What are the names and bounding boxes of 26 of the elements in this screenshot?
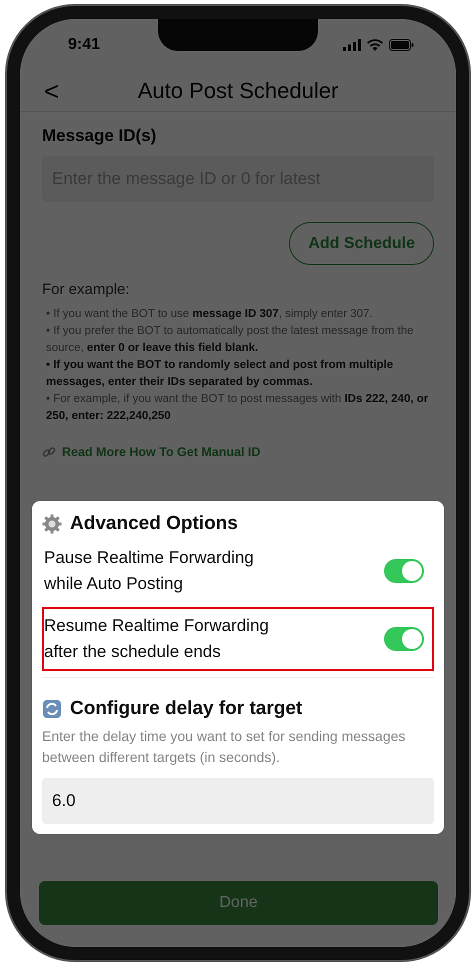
toggle-switch[interactable] <box>384 559 424 583</box>
example-bullet: • If you want the BOT to randomly select and post from multiple messages, enter their IDs separated by commas. <box>46 358 394 390</box>
example-bullet: • For example, if you want the BOT to post messages with IDs 222, 240, or 250, enter: 222,240,250 <box>46 392 430 424</box>
screen-title: Auto Post Scheduler <box>138 78 338 103</box>
example-bullet: • If you prefer the BOT to automatically post the latest message from the source, enter 0 or leave this field blank. <box>46 324 415 356</box>
add-schedule-button[interactable]: Add Schedule <box>289 222 434 265</box>
delay-field[interactable]: 6.0 <box>42 778 434 824</box>
link-icon <box>42 445 56 459</box>
section-description: Enter the delay time you want to set for sending messages between different targets (in seconds). <box>42 727 406 767</box>
section-title: Configure delay for target <box>70 698 302 720</box>
section-title: Advanced Options <box>70 513 238 535</box>
battery-icon <box>389 39 414 51</box>
read-more-link[interactable]: Read More How To Get Manual ID <box>42 445 260 459</box>
gear-icon <box>42 514 62 534</box>
refresh-icon <box>42 699 62 719</box>
toggle-switch[interactable] <box>384 627 424 651</box>
signal-icon <box>343 39 361 51</box>
status-time: 9:41 <box>68 36 100 54</box>
done-button[interactable]: Done <box>39 881 438 925</box>
option-label: Resume Realtime Forwarding after the schedule ends <box>44 615 270 663</box>
example-heading: For example: <box>42 281 130 298</box>
field-label: Message ID(s) <box>42 126 156 146</box>
option-label: Pause Realtime Forwarding while Auto Posting <box>44 547 255 595</box>
example-bullet: • If you want the BOT to use message ID 307, simply enter 307. <box>46 307 374 322</box>
back-button[interactable]: < <box>40 76 64 106</box>
wifi-icon <box>367 39 383 51</box>
